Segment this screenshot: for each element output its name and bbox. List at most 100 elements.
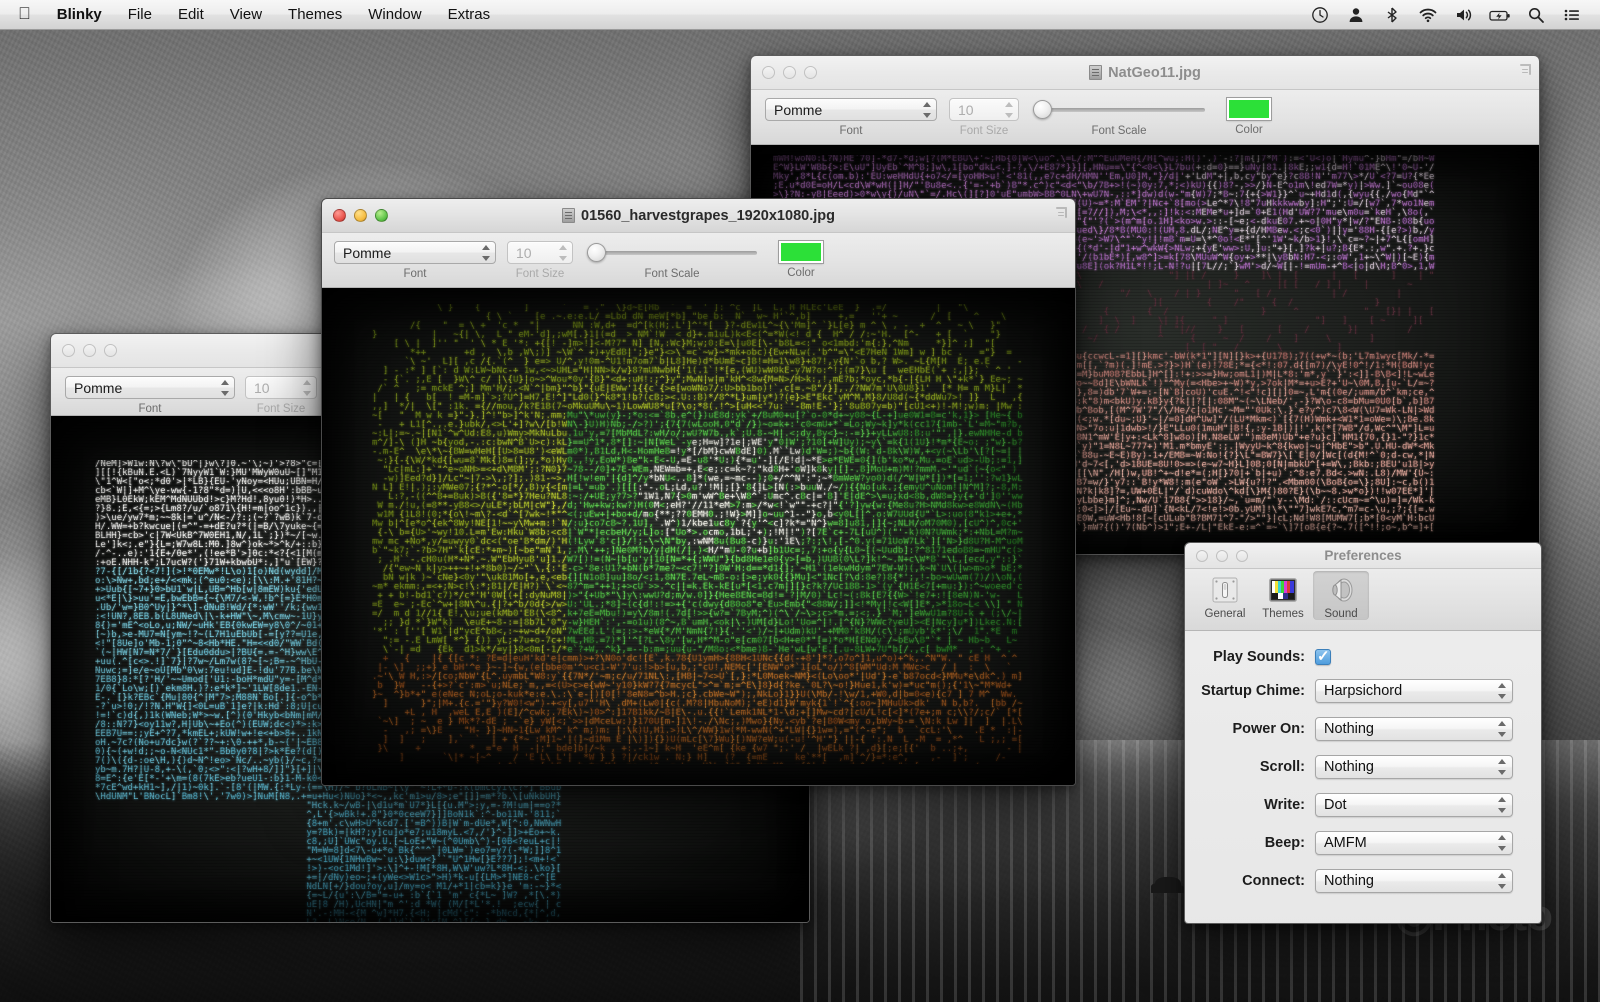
startup-chime-row[interactable]: Startup Chime: Harpsichord (1185, 679, 1541, 703)
font-stepper-icon[interactable] (481, 244, 490, 261)
window-preferences[interactable]: Preferences General Themes Sound Play So… (1184, 542, 1542, 924)
window-natgeo-toolbar[interactable]: Pomme Font 10 Font Size Font Scale Color (751, 90, 1539, 145)
pref-tab-general[interactable]: General (1197, 571, 1253, 620)
chevron-stepper-icon[interactable] (1497, 873, 1506, 889)
user-icon[interactable] (1338, 6, 1374, 24)
window-third-traffic-lights[interactable] (51, 344, 117, 357)
chevron-stepper-icon[interactable] (1497, 797, 1506, 813)
close-button[interactable] (762, 66, 775, 79)
menu-item-blinky[interactable]: Blinky (44, 6, 115, 23)
battery-icon[interactable] (1482, 6, 1518, 24)
write-select[interactable]: Dot (1315, 793, 1513, 817)
font-scale-slider[interactable] (1033, 98, 1205, 121)
close-button[interactable] (62, 344, 75, 357)
power-on-row[interactable]: Power On: Nothing (1185, 717, 1541, 741)
font-dropdown[interactable]: Pomme (765, 98, 937, 121)
apple-logo-icon[interactable]:  (0, 5, 44, 22)
connect-select[interactable]: Nothing (1315, 869, 1513, 893)
harvest-color-cell[interactable]: Color (778, 240, 824, 279)
font-size-stepper-icon[interactable] (302, 379, 311, 396)
font-dropdown[interactable]: Pomme (65, 376, 235, 399)
natgeo-font-size-cell[interactable]: 10 Font Size (949, 98, 1019, 137)
menu-item-view[interactable]: View (217, 6, 275, 23)
close-button[interactable] (333, 209, 346, 222)
natgeo-color-cell[interactable]: Color (1226, 97, 1272, 136)
slider-knob[interactable] (1033, 100, 1052, 119)
harvest-font-cell[interactable]: Pomme Font (334, 241, 496, 280)
natgeo-font-cell[interactable]: Pomme Font (765, 98, 937, 137)
play-sounds-row[interactable]: Play Sounds: (1185, 647, 1541, 665)
harvest-font-scale-cell[interactable]: Font Scale (587, 241, 757, 280)
menu-item-themes[interactable]: Themes (275, 6, 355, 23)
color-swatch[interactable] (778, 240, 824, 264)
window-natgeo-titlebar[interactable]: NatGeo11.jpg (751, 56, 1539, 90)
font-size-stepper-icon[interactable] (558, 244, 567, 261)
beep-row[interactable]: Beep: AMFM (1185, 831, 1541, 855)
font-size-field[interactable]: 10 (507, 241, 573, 264)
zoom-button[interactable] (104, 344, 117, 357)
chevron-stepper-icon[interactable] (1497, 835, 1506, 851)
font-stepper-icon[interactable] (922, 101, 931, 118)
window-harvest-canvas[interactable]: \ } { ] ` = ." \}d~E[Hb ` = ' ]: ^c ]L L… (322, 288, 1075, 785)
menu-bar[interactable]:  Blinky File Edit View Themes Window Ex… (0, 0, 1600, 30)
chevron-stepper-icon[interactable] (1497, 759, 1506, 775)
third-font-cell[interactable]: Pomme Font (65, 376, 235, 415)
color-swatch[interactable] (1226, 97, 1272, 121)
font-size-field[interactable]: 10 (949, 98, 1019, 121)
close-button[interactable] (1196, 549, 1208, 562)
font-size-field[interactable]: 10 (245, 376, 317, 399)
slider-knob[interactable] (587, 243, 606, 262)
write-row[interactable]: Write: Dot (1185, 793, 1541, 817)
chevron-stepper-icon[interactable] (1497, 683, 1506, 699)
pref-tab-themes[interactable]: Themes (1255, 571, 1311, 620)
preferences-traffic-lights[interactable] (1185, 549, 1248, 562)
general-switch-icon (1209, 574, 1241, 606)
wallpaper-horse (1155, 877, 1181, 893)
bluetooth-icon[interactable] (1374, 6, 1410, 24)
window-harvest-toolbar[interactable]: Pomme Font 10 Font Size Font Scale Color (322, 233, 1075, 288)
font-value: Pomme (343, 244, 392, 261)
menu-item-file[interactable]: File (115, 6, 165, 23)
harvest-font-size-cell[interactable]: 10 Font Size (507, 241, 573, 280)
notification-center-icon[interactable] (1554, 6, 1590, 24)
power-on-select[interactable]: Nothing (1315, 717, 1513, 741)
minimize-button[interactable] (1216, 549, 1228, 562)
zoom-button[interactable] (375, 209, 388, 222)
resize-grip-icon[interactable] (1517, 64, 1531, 78)
minimize-button[interactable] (354, 209, 367, 222)
font-size-stepper-icon[interactable] (1004, 101, 1013, 118)
window-harvest-titlebar[interactable]: 01560_harvestgrapes_1920x1080.jpg (322, 199, 1075, 233)
minimize-button[interactable] (783, 66, 796, 79)
menu-item-edit[interactable]: Edit (165, 6, 217, 23)
natgeo-font-scale-cell[interactable]: Font Scale (1033, 98, 1205, 137)
font-value: Pomme (74, 379, 123, 396)
zoom-button[interactable] (804, 66, 817, 79)
zoom-button[interactable] (1236, 549, 1248, 562)
search-icon[interactable] (1518, 6, 1554, 24)
font-scale-slider[interactable] (587, 241, 757, 264)
font-dropdown[interactable]: Pomme (334, 241, 496, 264)
menu-item-window[interactable]: Window (355, 6, 434, 23)
preferences-titlebar[interactable]: Preferences (1185, 543, 1541, 569)
startup-chime-select[interactable]: Harpsichord (1315, 679, 1513, 703)
preferences-toolbar[interactable]: General Themes Sound (1185, 569, 1541, 631)
minimize-button[interactable] (83, 344, 96, 357)
volume-icon[interactable] (1446, 6, 1482, 24)
clock-icon[interactable] (1302, 6, 1338, 24)
third-font-size-cell[interactable]: 10 Font Size (245, 376, 317, 415)
play-sounds-checkbox[interactable] (1315, 647, 1331, 665)
beep-select[interactable]: AMFM (1315, 831, 1513, 855)
resize-grip-icon[interactable] (1053, 207, 1067, 221)
window-natgeo-traffic-lights[interactable] (751, 66, 817, 79)
connect-row[interactable]: Connect: Nothing (1185, 869, 1541, 893)
pref-tab-sound-label: Sound (1324, 608, 1358, 620)
chevron-stepper-icon[interactable] (1497, 721, 1506, 737)
scroll-row[interactable]: Scroll: Nothing (1185, 755, 1541, 779)
pref-tab-sound[interactable]: Sound (1313, 571, 1369, 620)
menu-item-extras[interactable]: Extras (435, 6, 504, 23)
font-stepper-icon[interactable] (220, 379, 229, 396)
scroll-select[interactable]: Nothing (1315, 755, 1513, 779)
window-harvest[interactable]: 01560_harvestgrapes_1920x1080.jpg Pomme … (321, 198, 1076, 786)
window-harvest-traffic-lights[interactable] (322, 209, 388, 222)
wifi-icon[interactable] (1410, 6, 1446, 24)
